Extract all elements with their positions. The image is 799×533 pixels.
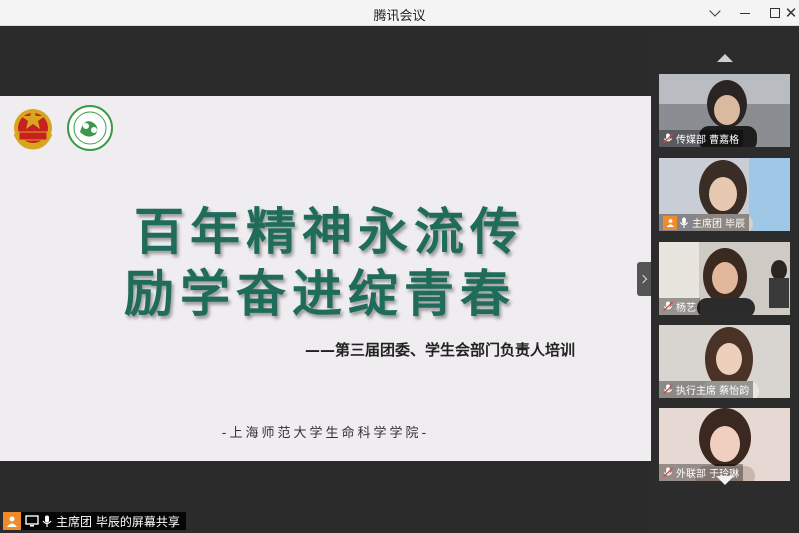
participant-tile[interactable]: 主席团 毕辰 <box>659 158 790 231</box>
slide-school-name: -上海师范大学生命科学学院- <box>221 426 430 441</box>
screen-share-label: 主席团 毕辰的屏幕共享 <box>56 514 180 529</box>
microphone-muted-icon <box>663 467 673 478</box>
microphone-icon <box>679 217 689 228</box>
host-icon <box>663 215 677 230</box>
participant-label: 执行主席 蔡怡韵 <box>659 381 754 398</box>
share-top-band <box>0 26 651 96</box>
participant-name: 杨艺 <box>676 303 696 314</box>
slide-headline-line2: 励学奋进绽青春 <box>124 265 516 323</box>
scroll-up-icon[interactable] <box>717 54 733 62</box>
title-bar: 腾讯会议 ✕ <box>0 0 799 26</box>
screen-share-indicator: 主席团 毕辰的屏幕共享 <box>3 512 186 530</box>
chevron-right-icon <box>638 274 648 284</box>
chevron-down-icon[interactable] <box>704 3 726 23</box>
scroll-down-icon[interactable] <box>716 476 734 485</box>
microphone-muted-icon <box>663 301 673 312</box>
participant-tile[interactable]: 执行主席 蔡怡韵 <box>659 325 790 398</box>
screen-share-icon <box>25 515 39 527</box>
microphone-muted-icon <box>663 133 673 144</box>
minimize-button[interactable] <box>734 3 756 23</box>
participant-label: 杨艺 <box>659 298 700 315</box>
collapse-panel-button[interactable] <box>637 262 651 296</box>
shared-slide: 百年精神永流传 励学奋进绽青春 ——第三届团委、学生会部门负责人培训 -上海师范… <box>0 96 651 461</box>
participant-tile[interactable]: 传媒部 曹嘉格 <box>659 74 790 147</box>
slide-subtitle: ——第三届团委、学生会部门负责人培训 <box>305 341 576 359</box>
participant-name: 执行主席 蔡怡韵 <box>676 386 750 397</box>
microphone-muted-icon <box>663 384 673 395</box>
close-button[interactable]: ✕ <box>780 3 799 23</box>
participant-label: 传媒部 曹嘉格 <box>659 130 744 147</box>
microphone-icon <box>42 515 52 527</box>
participant-name: 主席团 毕辰 <box>692 219 746 230</box>
participant-name: 传媒部 曹嘉格 <box>676 135 740 146</box>
youth-league-emblem-icon <box>13 108 53 150</box>
host-icon <box>3 512 21 530</box>
participant-panel: 传媒部 曹嘉格 主席团 毕辰 杨艺 执行主席 蔡怡韵 外联部 于玲琳 <box>651 26 799 533</box>
participant-label: 主席团 毕辰 <box>659 214 750 231</box>
participant-tile[interactable]: 外联部 于玲琳 <box>659 408 790 481</box>
college-logo-icon <box>67 105 113 151</box>
participant-tile[interactable]: 杨艺 <box>659 242 790 315</box>
window-title: 腾讯会议 <box>373 9 426 24</box>
screen-share-area: 百年精神永流传 励学奋进绽青春 ——第三届团委、学生会部门负责人培训 -上海师范… <box>0 26 651 533</box>
